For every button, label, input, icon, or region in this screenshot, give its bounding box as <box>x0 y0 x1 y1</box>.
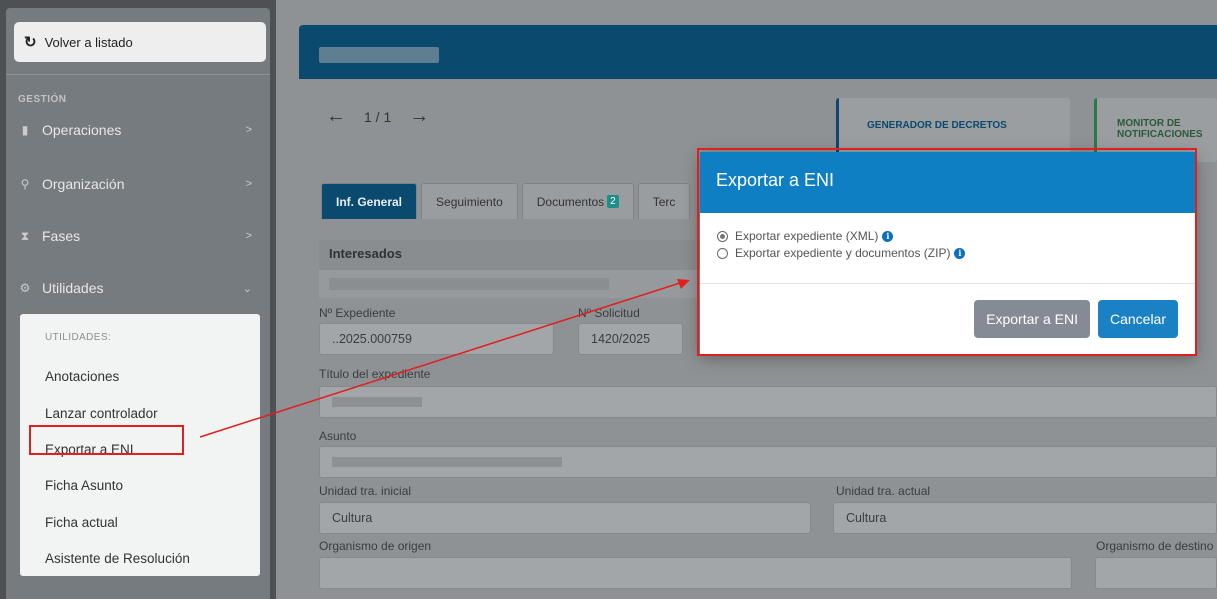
expediente-field[interactable]: ..2025.000759 <box>319 323 554 355</box>
hourglass-icon: ⧗ <box>20 228 30 243</box>
sidebar-item-operaciones[interactable]: ▮ Operaciones > <box>18 115 258 145</box>
sidebar-item-label: Operaciones <box>42 122 122 138</box>
documents-count-badge: 2 <box>607 195 619 208</box>
radio-unselected[interactable] <box>717 247 728 259</box>
submenu-item-ficha-actual[interactable]: Ficha actual <box>45 515 118 530</box>
redacted-asunto <box>332 457 562 467</box>
radio-selected[interactable] <box>717 230 728 242</box>
tab-label: Documentos <box>536 194 605 209</box>
sidebar-panel: ↻ Volver a listado GESTIÓN ▮ Operaciones… <box>6 8 270 599</box>
unidad-actual-value: Cultura <box>846 511 887 525</box>
submenu-item-lanzar-controlador[interactable]: Lanzar controlador <box>45 406 158 421</box>
option-label: Exportar expediente y documentos (ZIP) <box>735 246 951 260</box>
tab-label: Seguimiento <box>436 194 503 209</box>
tab-label: Inf. General <box>336 194 403 209</box>
sidebar-item-label: Utilidades <box>42 280 104 296</box>
chevron-down-icon: ⌄ <box>242 282 252 295</box>
option-export-zip[interactable]: Exportar expediente y documentos (ZIP) i <box>717 246 1178 260</box>
organismo-origen-label: Organismo de origen <box>319 539 432 553</box>
unidad-inicial-value: Cultura <box>332 511 373 525</box>
option-label: Exportar expediente (XML) <box>735 229 879 243</box>
dialog-footer: Exportar a ENI Cancelar <box>700 284 1195 338</box>
sidebar-section-title: GESTIÓN <box>18 94 67 105</box>
highlight-box-exportar-eni <box>29 425 184 455</box>
submenu-item-anotaciones[interactable]: Anotaciones <box>45 369 119 384</box>
back-to-list-label: Volver a listado <box>44 34 133 50</box>
expediente-label: Nº Expediente <box>319 306 396 320</box>
solicitud-field[interactable]: 1420/2025 <box>578 323 683 355</box>
unidad-actual-field[interactable]: Cultura <box>833 502 1217 534</box>
submenu-item-asistente-resolucion[interactable]: Asistente de Resolución <box>45 551 190 566</box>
titulo-field[interactable] <box>319 386 1217 418</box>
tab-seguimiento[interactable]: Seguimiento <box>421 183 518 219</box>
unidad-actual-label: Unidad tra. actual <box>836 484 931 498</box>
organismo-origen-field[interactable] <box>319 557 1072 589</box>
decree-generator-label: GENERADOR DE DECRETOS <box>867 120 1007 131</box>
chevron-right-icon: > <box>245 178 252 190</box>
gears-icon: ⚙ <box>19 281 31 295</box>
export-eni-button[interactable]: Exportar a ENI <box>974 300 1090 338</box>
export-eni-dialog: Exportar a ENI Exportar expediente (XML)… <box>700 152 1195 354</box>
expediente-value: ..2025.000759 <box>332 332 412 346</box>
sidebar-item-utilidades[interactable]: ⚙ Utilidades ⌄ <box>18 273 258 303</box>
interesados-header: Interesados <box>319 240 739 270</box>
document-icon: ▮ <box>21 123 29 137</box>
sidebar-item-label: Fases <box>42 228 81 244</box>
organismo-destino-field[interactable] <box>1095 557 1217 589</box>
tab-label: Terc <box>652 194 676 209</box>
sidebar: ↻ Volver a listado GESTIÓN ▮ Operaciones… <box>0 0 276 599</box>
chevron-right-icon: > <box>245 124 252 136</box>
record-pager: ← 1 / 1 → <box>326 105 429 128</box>
unidad-inicial-field[interactable]: Cultura <box>319 502 811 534</box>
back-to-list-button[interactable]: ↻ Volver a listado <box>14 22 266 62</box>
redacted-titulo <box>332 397 422 407</box>
refresh-icon: ↻ <box>24 34 37 51</box>
submenu-item-ficha-asunto[interactable]: Ficha Asunto <box>45 478 123 493</box>
tab-inf-general[interactable]: Inf. General <box>321 183 418 219</box>
cancel-button[interactable]: Cancelar <box>1097 300 1178 338</box>
dialog-title: Exportar a ENI <box>716 170 835 190</box>
sidebar-item-fases[interactable]: ⧗ Fases > <box>18 221 258 251</box>
redacted-title <box>319 47 439 63</box>
solicitud-value: 1420/2025 <box>591 332 651 346</box>
solicitud-label: Nº Solicitud <box>578 306 640 320</box>
interesados-label: Interesados <box>329 246 402 261</box>
sidebar-divider <box>6 74 270 75</box>
titulo-label: Título del expediente <box>319 367 431 381</box>
previous-arrow-icon[interactable]: ← <box>326 105 346 128</box>
notification-monitor-label: MONITOR DE NOTIFICACIONES <box>1117 118 1203 140</box>
interesados-row <box>319 270 739 298</box>
option-export-xml[interactable]: Exportar expediente (XML) i <box>717 229 1178 243</box>
sidebar-item-label: Organización <box>42 176 125 192</box>
info-icon[interactable]: i <box>882 230 894 242</box>
pager-text: 1 / 1 <box>364 108 392 125</box>
next-arrow-icon[interactable]: → <box>409 105 429 128</box>
record-tabs: Inf. General Seguimiento Documentos 2 Ter… <box>321 183 691 219</box>
asunto-field[interactable] <box>319 446 1217 478</box>
tab-documentos[interactable]: Documentos 2 <box>521 183 634 219</box>
record-header-bar <box>299 25 1217 79</box>
pin-icon: ⚲ <box>20 177 30 191</box>
chevron-right-icon: > <box>245 230 252 242</box>
redacted-interesado <box>329 278 609 290</box>
dialog-body: Exportar expediente (XML) i Exportar exp… <box>700 213 1195 284</box>
asunto-label: Asunto <box>319 429 357 443</box>
submenu-title: UTILIDADES: <box>45 332 112 343</box>
sidebar-item-organizacion[interactable]: ⚲ Organización > <box>18 169 258 199</box>
unidad-inicial-label: Unidad tra. inicial <box>319 484 412 498</box>
tab-terceros[interactable]: Terc <box>637 183 691 219</box>
organismo-destino-label: Organismo de destino <box>1096 539 1214 553</box>
dialog-header: Exportar a ENI <box>700 152 1195 213</box>
info-icon[interactable]: i <box>954 247 966 259</box>
